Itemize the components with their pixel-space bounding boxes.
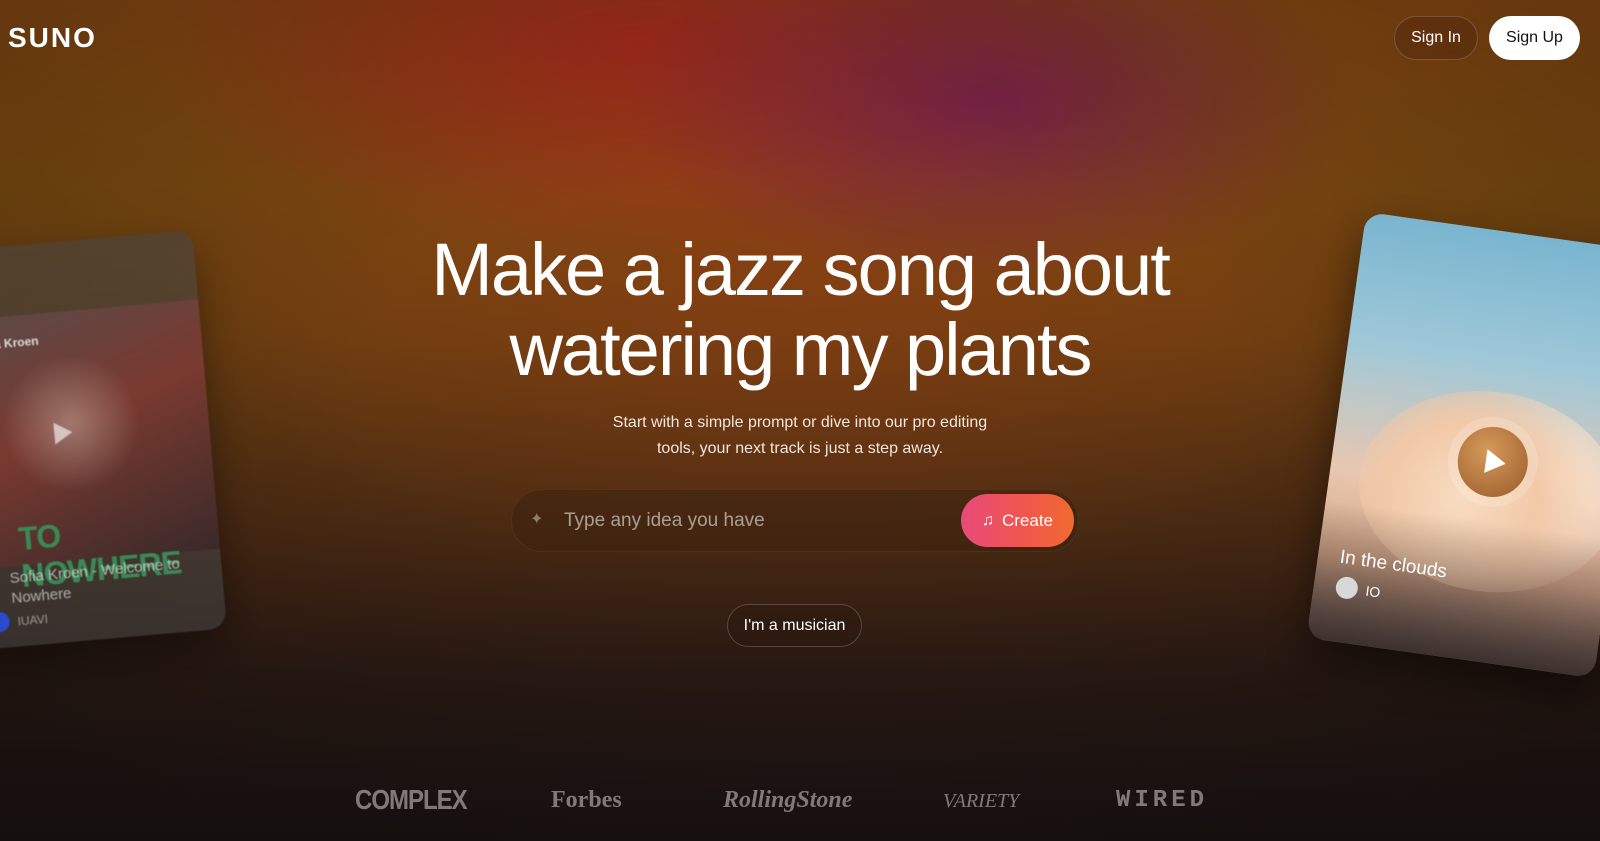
sign-in-button[interactable]: Sign In — [1394, 16, 1478, 60]
song-artist: IUAVI — [16, 611, 49, 629]
press-logos: COMPLEX Forbes RollingStone VARIETY WIRE… — [0, 784, 1600, 827]
subtitle-line-1: Start with a simple prompt or dive into … — [612, 414, 988, 431]
music-note-icon: ♫ — [981, 511, 994, 529]
song-artist: IO — [1364, 582, 1382, 601]
create-button[interactable]: ♫ Create — [961, 494, 1074, 547]
sparkle-icon: ✦ — [530, 511, 544, 528]
wired-logo: WIRED — [1116, 787, 1209, 814]
variety-logo: VARIETY — [943, 790, 1020, 812]
hero-headline: Make a jazz song about watering my plant… — [0, 230, 1600, 390]
create-label: Create — [1001, 510, 1054, 530]
hero-subtitle: Start with a simple prompt or dive into … — [0, 410, 1600, 462]
suno-logo[interactable]: SUNO — [8, 22, 97, 54]
subtitle-line-2: tools, your next track is just a step aw… — [656, 440, 944, 457]
avatar — [0, 611, 11, 633]
prompt-bar: ✦ ♫ Create — [511, 489, 1079, 552]
musician-button[interactable]: I'm a musician — [727, 604, 862, 647]
forbes-logo: Forbes — [551, 787, 622, 813]
headline-line-2: watering my plants — [509, 308, 1093, 391]
rolling-stone-logo: RollingStone — [723, 787, 853, 813]
prompt-input[interactable] — [562, 502, 946, 540]
complex-logo: COMPLEX — [355, 784, 468, 816]
headline-line-1: Make a jazz song about — [431, 228, 1171, 311]
sign-up-button[interactable]: Sign Up — [1489, 16, 1580, 60]
